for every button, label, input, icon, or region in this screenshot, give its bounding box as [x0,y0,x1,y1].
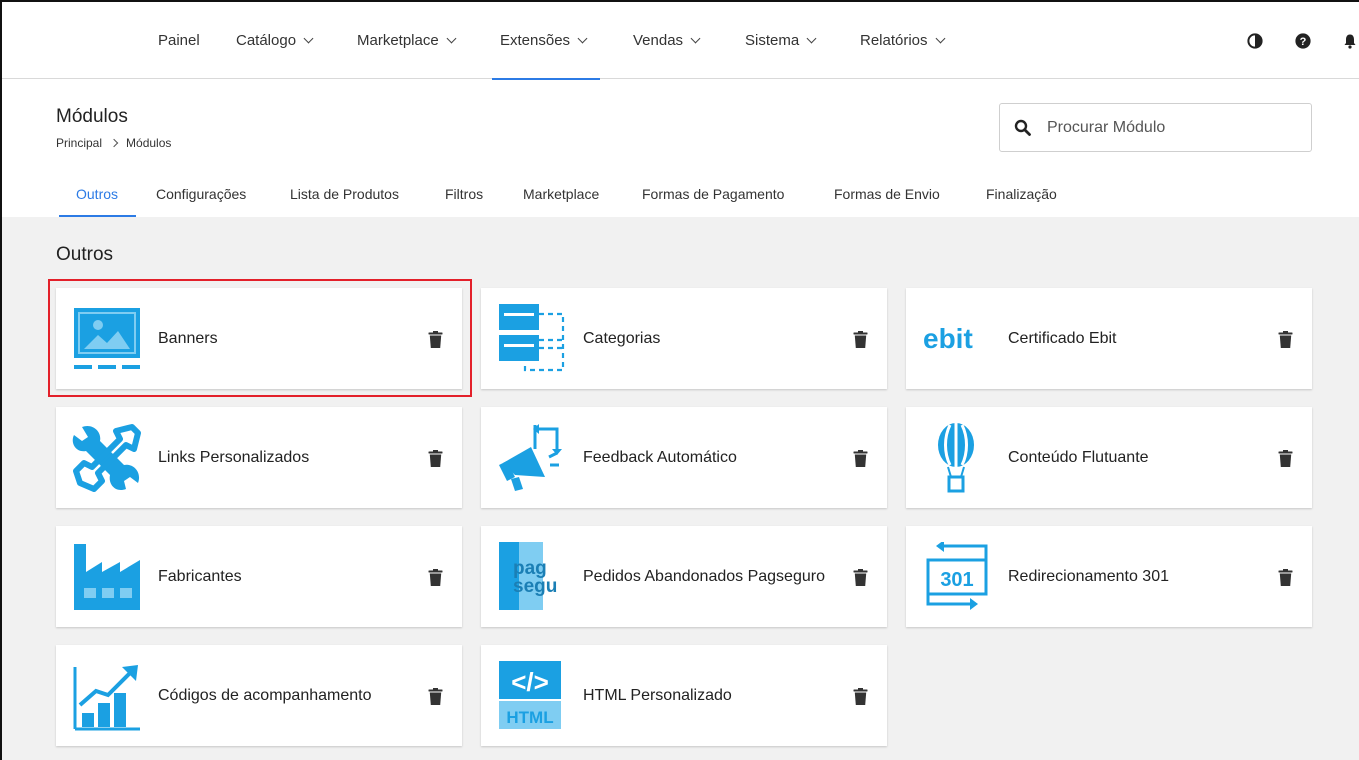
module-name: Fabricantes [158,568,242,585]
breadcrumb-current: Módulos [126,136,172,150]
trash-icon[interactable] [853,569,868,586]
factory-icon [74,544,140,610]
breadcrumb-home[interactable]: Principal [56,136,102,150]
trash-icon[interactable] [428,450,443,467]
module-card-codigos-de-acompanhamento[interactable]: Códigos de acompanhamento [56,645,462,746]
module-card-fabricantes[interactable]: Fabricantes [56,526,462,627]
link-tools-icon [72,424,141,492]
module-name: Feedback Automático [583,449,737,466]
tab-formas-de-envio[interactable]: Formas de Envio [834,186,940,217]
banner-image-icon [74,308,140,369]
module-name: Certificado Ebit [1008,330,1117,347]
module-card-feedback-automatico[interactable]: Feedback Automático [481,407,887,508]
nav-relatorios[interactable]: Relatórios [860,2,945,79]
trash-icon[interactable] [428,688,443,705]
module-search [999,103,1312,152]
nav-painel[interactable]: Painel [158,2,200,79]
trash-icon[interactable] [428,569,443,586]
growth-chart-icon [73,665,140,731]
svg-text:?: ? [1300,36,1307,48]
module-card-redirecionamento-301[interactable]: 301 Redirecionamento 301 [906,526,1312,627]
code-brackets-text: </> [511,667,549,697]
tab-formas-de-pagamento[interactable]: Formas de Pagamento [642,186,784,217]
module-card-conteudo-flutuante[interactable]: Conteúdo Flutuante [906,407,1312,508]
top-navigation: Painel Catálogo Marketplace Extensões Ve… [2,2,1359,80]
module-card-certificado-ebit[interactable]: ebit Certificado Ebit [906,288,1312,389]
module-card-pedidos-abandonados[interactable]: pag segu Pedidos Abandonados Pagseguro [481,526,887,627]
section-title: Outros [56,244,114,265]
module-name: Links Personalizados [158,449,310,466]
trash-icon[interactable] [1278,450,1293,467]
chevron-down-icon [303,33,314,44]
trash-icon[interactable] [428,331,443,348]
module-name: HTML Personalizado [583,687,732,704]
trash-icon[interactable] [853,331,868,348]
categories-icon [499,304,565,372]
nav-vendas[interactable]: Vendas [633,2,701,79]
module-card-categorias[interactable]: Categorias [481,288,887,389]
bell-icon[interactable] [1342,33,1358,49]
module-name: Códigos de acompanhamento [158,687,372,704]
nav-catalogo[interactable]: Catálogo [236,2,314,79]
ebit-logo-icon: ebit [923,323,973,354]
pagseguro-logo-line2: segu [513,576,557,597]
chevron-down-icon [446,33,457,44]
tab-filtros[interactable]: Filtros [445,186,483,217]
module-name: Banners [158,330,218,347]
module-name: Pedidos Abandonados Pagseguro [583,568,825,585]
chevron-down-icon [577,33,588,44]
chevron-down-icon [806,33,817,44]
chevron-right-icon [109,138,119,148]
module-name: Conteúdo Flutuante [1008,449,1149,466]
tab-configuracoes[interactable]: Configurações [156,186,246,217]
search-input[interactable] [1047,118,1277,137]
tab-lista-de-produtos[interactable]: Lista de Produtos [290,186,399,217]
redirect-301-text: 301 [940,569,973,591]
module-card-banners[interactable]: Banners [56,288,462,389]
trash-icon[interactable] [1278,569,1293,586]
tab-marketplace[interactable]: Marketplace [523,186,599,217]
search-icon [1014,119,1031,136]
nav-marketplace[interactable]: Marketplace [357,2,457,79]
hot-air-balloon-icon [938,423,974,493]
pagseguro-logo-icon: pag segu [499,542,557,610]
tab-outros[interactable]: Outros [58,186,137,217]
contrast-icon[interactable] [1247,33,1263,49]
app-window: Painel Catálogo Marketplace Extensões Ve… [0,0,1359,760]
module-card-links-personalizados[interactable]: Links Personalizados [56,407,462,508]
html-code-icon: </> HTML [499,661,561,729]
redirect-301-icon: 301 [926,542,988,610]
breadcrumb: Principal Módulos [56,136,171,150]
module-name: Categorias [583,330,661,347]
page-title: Módulos [56,106,128,127]
trash-icon[interactable] [1278,331,1293,348]
trash-icon[interactable] [853,450,868,467]
tab-finalizacao[interactable]: Finalização [986,186,1057,217]
chevron-down-icon [935,33,945,44]
chevron-down-icon [690,33,701,44]
html-label-text: HTML [506,708,553,727]
trash-icon[interactable] [853,688,868,705]
nav-extensoes[interactable]: Extensões [491,2,601,80]
help-icon[interactable]: ? [1295,33,1311,49]
ebit-logo-text: ebit [923,323,973,354]
module-card-html-personalizado[interactable]: </> HTML HTML Personalizado [481,645,887,746]
nav-sistema[interactable]: Sistema [745,2,817,79]
module-name: Redirecionamento 301 [1008,568,1169,585]
megaphone-icon [499,424,562,491]
